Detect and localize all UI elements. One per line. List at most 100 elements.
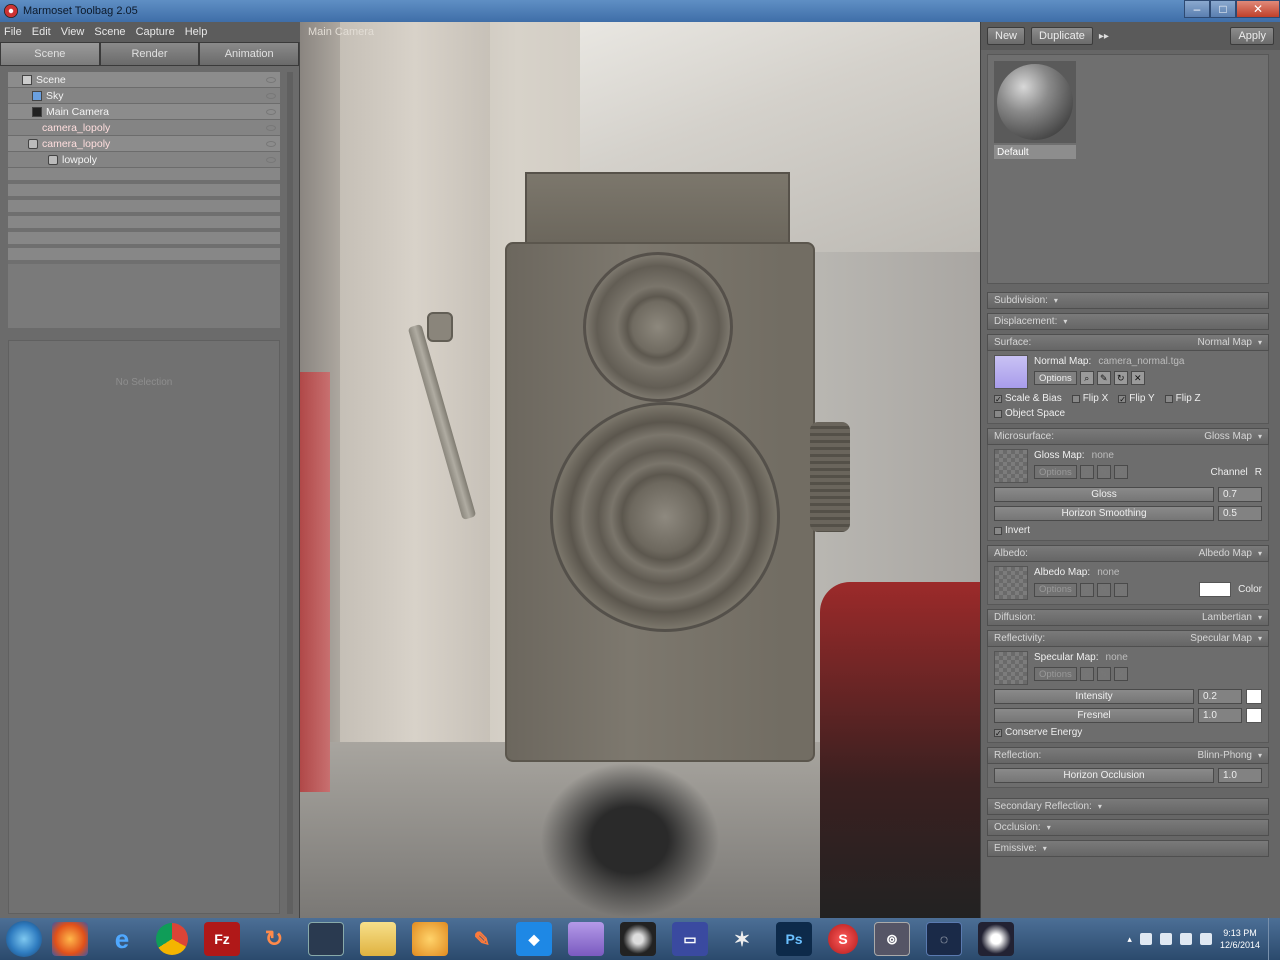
dropdown-arrow-icon[interactable]: ▾ <box>1258 634 1262 643</box>
pencil-icon[interactable]: ✎ <box>1096 465 1111 479</box>
normal-map-swatch[interactable] <box>994 355 1028 389</box>
section-reflectivity[interactable]: Reflectivity: Specular Map ▾ <box>987 630 1269 647</box>
gloss-slider[interactable]: Gloss <box>994 487 1214 502</box>
albedo-color-swatch[interactable] <box>1199 582 1232 597</box>
menu-view[interactable]: View <box>61 26 85 38</box>
outliner-row-lowpoly[interactable]: lowpoly <box>8 152 280 168</box>
clear-x-icon[interactable]: ✕ <box>1130 371 1145 385</box>
surface-mode-select[interactable]: Normal Map <box>1198 337 1252 348</box>
dropdown-arrow-icon[interactable]: ▾ <box>1047 823 1051 832</box>
eye-icon[interactable] <box>266 108 276 115</box>
tab-animation[interactable]: Animation <box>199 42 300 66</box>
filezilla-icon[interactable]: Fz <box>204 922 240 956</box>
section-microsurface[interactable]: Microsurface: Gloss Map ▾ <box>987 428 1269 445</box>
photoshop-icon[interactable]: Ps <box>776 922 812 956</box>
dropdown-arrow-icon[interactable]: ▾ <box>1043 844 1047 853</box>
capture-app-icon[interactable]: ⊚ <box>874 922 910 956</box>
material-name[interactable]: Default <box>994 145 1076 159</box>
character-app-icon[interactable] <box>620 922 656 956</box>
eye-icon[interactable] <box>266 124 276 131</box>
eye-icon[interactable] <box>266 76 276 83</box>
fresnel-slider[interactable]: Fresnel <box>994 708 1194 723</box>
tab-render[interactable]: Render <box>99 42 200 66</box>
3d-app-icon[interactable]: ◌ <box>926 922 962 956</box>
dropdown-arrow-icon[interactable]: ▾ <box>1063 317 1067 326</box>
flip-z-checkbox[interactable]: Flip Z <box>1164 393 1201 404</box>
section-displacement[interactable]: Displacement: ▾ <box>987 313 1269 330</box>
section-diffusion[interactable]: Diffusion: Lambertian ▾ <box>987 609 1269 626</box>
substance-icon[interactable]: S <box>828 924 858 954</box>
material-thumbnail[interactable] <box>994 61 1076 143</box>
clear-x-icon[interactable]: ✕ <box>1113 465 1128 479</box>
outliner-row-scene[interactable]: Scene <box>8 72 280 88</box>
eye-icon[interactable] <box>266 140 276 147</box>
outliner-row-camera-lopoly-2[interactable]: camera_lopoly <box>8 136 280 152</box>
new-material-button[interactable]: New <box>987 27 1026 45</box>
channel-select[interactable]: R <box>1255 467 1262 478</box>
pencil-icon[interactable]: ✎ <box>1096 667 1111 681</box>
albedo-mode-select[interactable]: Albedo Map <box>1199 548 1252 559</box>
normal-map-options-button[interactable]: Options <box>1034 371 1077 385</box>
internet-explorer-icon[interactable]: e <box>104 922 140 956</box>
menu-help[interactable]: Help <box>185 26 208 38</box>
left-scrollbar[interactable] <box>287 72 293 914</box>
horizon-smoothing-slider[interactable]: Horizon Smoothing <box>994 506 1214 521</box>
flag-icon[interactable] <box>1139 933 1152 945</box>
pencil-icon[interactable]: ✎ <box>1096 582 1111 597</box>
cloud-app-icon[interactable] <box>568 922 604 956</box>
clear-x-icon[interactable]: ✕ <box>1113 667 1128 681</box>
magnifier-icon[interactable]: ⌕ <box>1079 371 1094 385</box>
duplicate-material-button[interactable]: Duplicate <box>1031 27 1093 45</box>
refresh-icon[interactable]: ↻ <box>1113 371 1128 385</box>
horizon-occlusion-field[interactable]: 1.0 <box>1218 768 1262 783</box>
reflectivity-mode-select[interactable]: Specular Map <box>1190 633 1252 644</box>
close-button[interactable]: ✕ <box>1236 0 1280 18</box>
intensity-color-swatch[interactable] <box>1246 689 1262 704</box>
scale-bias-checkbox[interactable]: ✓ Scale & Bias <box>994 393 1062 404</box>
tray-app-icon[interactable] <box>1199 933 1212 945</box>
specular-map-swatch[interactable] <box>994 651 1028 685</box>
horizon-smoothing-field[interactable]: 0.5 <box>1218 506 1262 521</box>
dropdown-arrow-icon[interactable]: ▾ <box>1098 802 1102 811</box>
chrome-icon[interactable] <box>156 923 188 955</box>
volume-icon[interactable] <box>1179 933 1192 945</box>
specular-map-options-button[interactable]: Options <box>1034 667 1077 681</box>
albedo-map-swatch[interactable] <box>994 566 1028 600</box>
disc-app-icon[interactable] <box>978 922 1014 956</box>
intensity-slider[interactable]: Intensity <box>994 689 1194 704</box>
tab-scene[interactable]: Scene <box>0 42 100 66</box>
minimize-button[interactable]: – <box>1184 0 1210 18</box>
dropdown-arrow-icon[interactable]: ▾ <box>1258 549 1262 558</box>
file-explorer-icon[interactable] <box>360 922 396 956</box>
3d-viewport[interactable]: Main Camera <box>300 22 980 918</box>
eye-icon[interactable] <box>266 92 276 99</box>
dropdown-arrow-icon[interactable]: ▾ <box>1258 432 1262 441</box>
magnifier-icon[interactable]: ⌕ <box>1079 667 1094 681</box>
diffusion-mode-select[interactable]: Lambertian <box>1202 612 1252 623</box>
object-space-checkbox[interactable]: Object Space <box>994 408 1065 419</box>
outliner-row-main-camera[interactable]: Main Camera <box>8 104 280 120</box>
menu-edit[interactable]: Edit <box>32 26 51 38</box>
magnifier-icon[interactable]: ⌕ <box>1079 582 1094 597</box>
menu-capture[interactable]: Capture <box>136 26 175 38</box>
tray-expand-icon[interactable]: ▴ <box>1127 934 1132 945</box>
outliner-row-sky[interactable]: Sky <box>8 88 280 104</box>
chevron-right-icon[interactable]: ▸▸ <box>1099 31 1109 42</box>
apply-material-button[interactable]: Apply <box>1230 27 1274 45</box>
marmoset-taskbar-icon[interactable] <box>308 922 344 956</box>
gloss-map-swatch[interactable] <box>994 449 1028 483</box>
dropdown-arrow-icon[interactable]: ▾ <box>1054 296 1058 305</box>
system-clock[interactable]: 9:13 PM 12/6/2014 <box>1220 927 1260 951</box>
outliner-row-camera-lopoly[interactable]: camera_lopoly <box>8 120 280 136</box>
monitor-app-icon[interactable]: ▭ <box>672 922 708 956</box>
network-icon[interactable] <box>1159 933 1172 945</box>
dropdown-arrow-icon[interactable]: ▾ <box>1258 751 1262 760</box>
invert-checkbox[interactable]: Invert <box>994 525 1030 536</box>
show-desktop-button[interactable] <box>1268 918 1280 960</box>
fresnel-value-field[interactable]: 1.0 <box>1198 708 1242 723</box>
menu-file[interactable]: File <box>4 26 22 38</box>
start-button[interactable] <box>6 921 42 957</box>
flip-x-checkbox[interactable]: Flip X <box>1071 393 1108 404</box>
maximize-button[interactable]: □ <box>1210 0 1236 18</box>
intensity-value-field[interactable]: 0.2 <box>1198 689 1242 704</box>
